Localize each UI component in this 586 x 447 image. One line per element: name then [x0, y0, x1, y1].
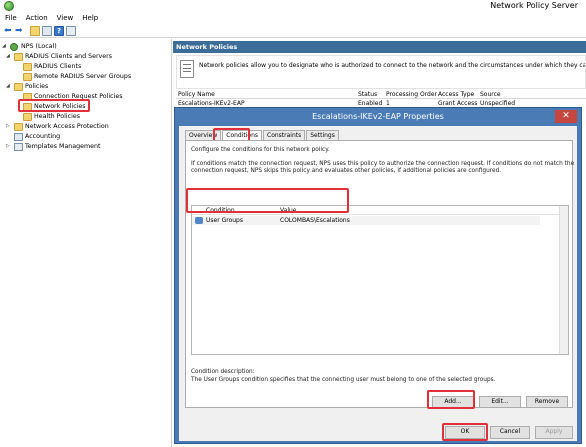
results-description: Network policies allow you to designate … — [199, 62, 585, 69]
properties-dialog: Escalations-IKEv2-EAP Properties ✕ Overv… — [174, 107, 582, 444]
expand-arrow-icon[interactable]: ▷ — [6, 122, 12, 131]
col-status[interactable]: Status — [358, 90, 377, 99]
condition-row[interactable]: User Groups COLOMBAS\Escalations — [192, 216, 540, 225]
up-folder-icon[interactable] — [30, 26, 40, 36]
tree-node-label: Network Access Protection — [25, 123, 109, 130]
highlight-condition-row — [186, 188, 349, 213]
apply-button[interactable]: Apply — [535, 426, 573, 439]
tree-node-label: RADIUS Clients — [34, 63, 82, 70]
condition-description-text: The User Groups condition specifies that… — [191, 377, 496, 383]
tab-constraints[interactable]: Constraints — [263, 130, 306, 140]
menu-file[interactable]: File — [5, 13, 17, 24]
dialog-body: Overview Conditions Constraints Settings… — [179, 126, 577, 441]
console-tree: ◢ NPS (Local) ◢ RADIUS Clients and Serve… — [0, 39, 172, 447]
collapse-arrow-icon[interactable]: ◢ — [2, 42, 8, 51]
menu-action[interactable]: Action — [26, 13, 48, 24]
nps-app-icon — [4, 1, 14, 11]
tree-node-label: Health Policies — [34, 113, 80, 120]
results-description-box: Network policies allow you to designate … — [176, 55, 586, 89]
folder-icon — [14, 123, 23, 131]
user-group-icon — [195, 217, 203, 224]
nps-server-icon — [10, 43, 18, 51]
collapse-arrow-icon[interactable]: ◢ — [6, 52, 12, 61]
document-icon — [180, 60, 194, 78]
conditions-panel: Configure the conditions for this networ… — [185, 140, 575, 408]
tab-settings[interactable]: Settings — [306, 130, 339, 140]
col-source[interactable]: Source — [480, 90, 501, 99]
col-processing-order[interactable]: Processing Order — [386, 90, 437, 99]
tree-node-label: NPS (Local) — [21, 43, 57, 50]
remove-button[interactable]: Remove — [526, 396, 568, 408]
col-access-type[interactable]: Access Type — [438, 90, 474, 99]
policy-list-header: Policy Name Status Processing Order Acce… — [176, 90, 586, 99]
tree-node-label: Remote RADIUS Server Groups — [34, 73, 132, 80]
conditions-intro: Configure the conditions for this networ… — [191, 147, 330, 153]
properties-icon[interactable] — [66, 26, 76, 36]
results-header: Network Policies — [173, 41, 586, 53]
col-policy-name[interactable]: Policy Name — [178, 90, 215, 99]
edit-button[interactable]: Edit... — [479, 396, 521, 408]
condition-description-label: Condition description: — [191, 369, 255, 375]
conditions-list: Condition Value User Groups COLOMBAS\Esc… — [191, 205, 569, 355]
toolbar: ⬅ ➡ ? — [0, 24, 586, 38]
title-bar: Network Policy Server — [0, 0, 586, 13]
highlight-ok-button — [442, 423, 488, 441]
folder-icon — [23, 73, 32, 81]
highlight-network-policies — [18, 99, 90, 112]
tree-node-label: Templates Management — [25, 143, 101, 150]
highlight-add-button — [427, 390, 475, 409]
menu-bar: File Action View Help — [0, 13, 586, 24]
cancel-button[interactable]: Cancel — [490, 426, 530, 439]
back-arrow-icon[interactable]: ⬅ — [4, 26, 14, 36]
folder-icon — [14, 53, 23, 61]
menu-view[interactable]: View — [57, 13, 74, 24]
tree-node-label: RADIUS Clients and Servers — [25, 53, 113, 60]
condition-name: User Groups — [206, 217, 243, 224]
folder-icon — [23, 113, 32, 121]
tree-node-label: Policies — [25, 83, 49, 90]
folder-icon — [14, 83, 23, 91]
dialog-title: Escalations-IKEv2-EAP Properties — [312, 112, 444, 121]
tree-node-label: Accounting — [25, 133, 61, 140]
conditions-explain-line1: If conditions match the connection reque… — [191, 161, 575, 167]
dialog-tabs: Overview Conditions Constraints Settings — [185, 130, 340, 141]
menu-help[interactable]: Help — [82, 13, 98, 24]
conditions-explain-line2: connection request, NPS skips this polic… — [191, 168, 502, 174]
conditions-scrollbar[interactable] — [559, 206, 568, 354]
folder-icon — [23, 63, 32, 71]
collapse-arrow-icon[interactable]: ◢ — [6, 82, 12, 91]
window-title: Network Policy Server — [490, 1, 578, 10]
forward-arrow-icon[interactable]: ➡ — [15, 26, 25, 36]
templates-icon — [14, 143, 23, 151]
show-hide-tree-icon[interactable] — [42, 26, 52, 36]
condition-value: COLOMBAS\Escalations — [280, 217, 350, 224]
expand-arrow-icon[interactable]: ▷ — [6, 142, 12, 151]
close-icon[interactable]: ✕ — [555, 110, 577, 123]
accounting-icon — [14, 133, 23, 141]
help-icon[interactable]: ? — [54, 26, 64, 36]
